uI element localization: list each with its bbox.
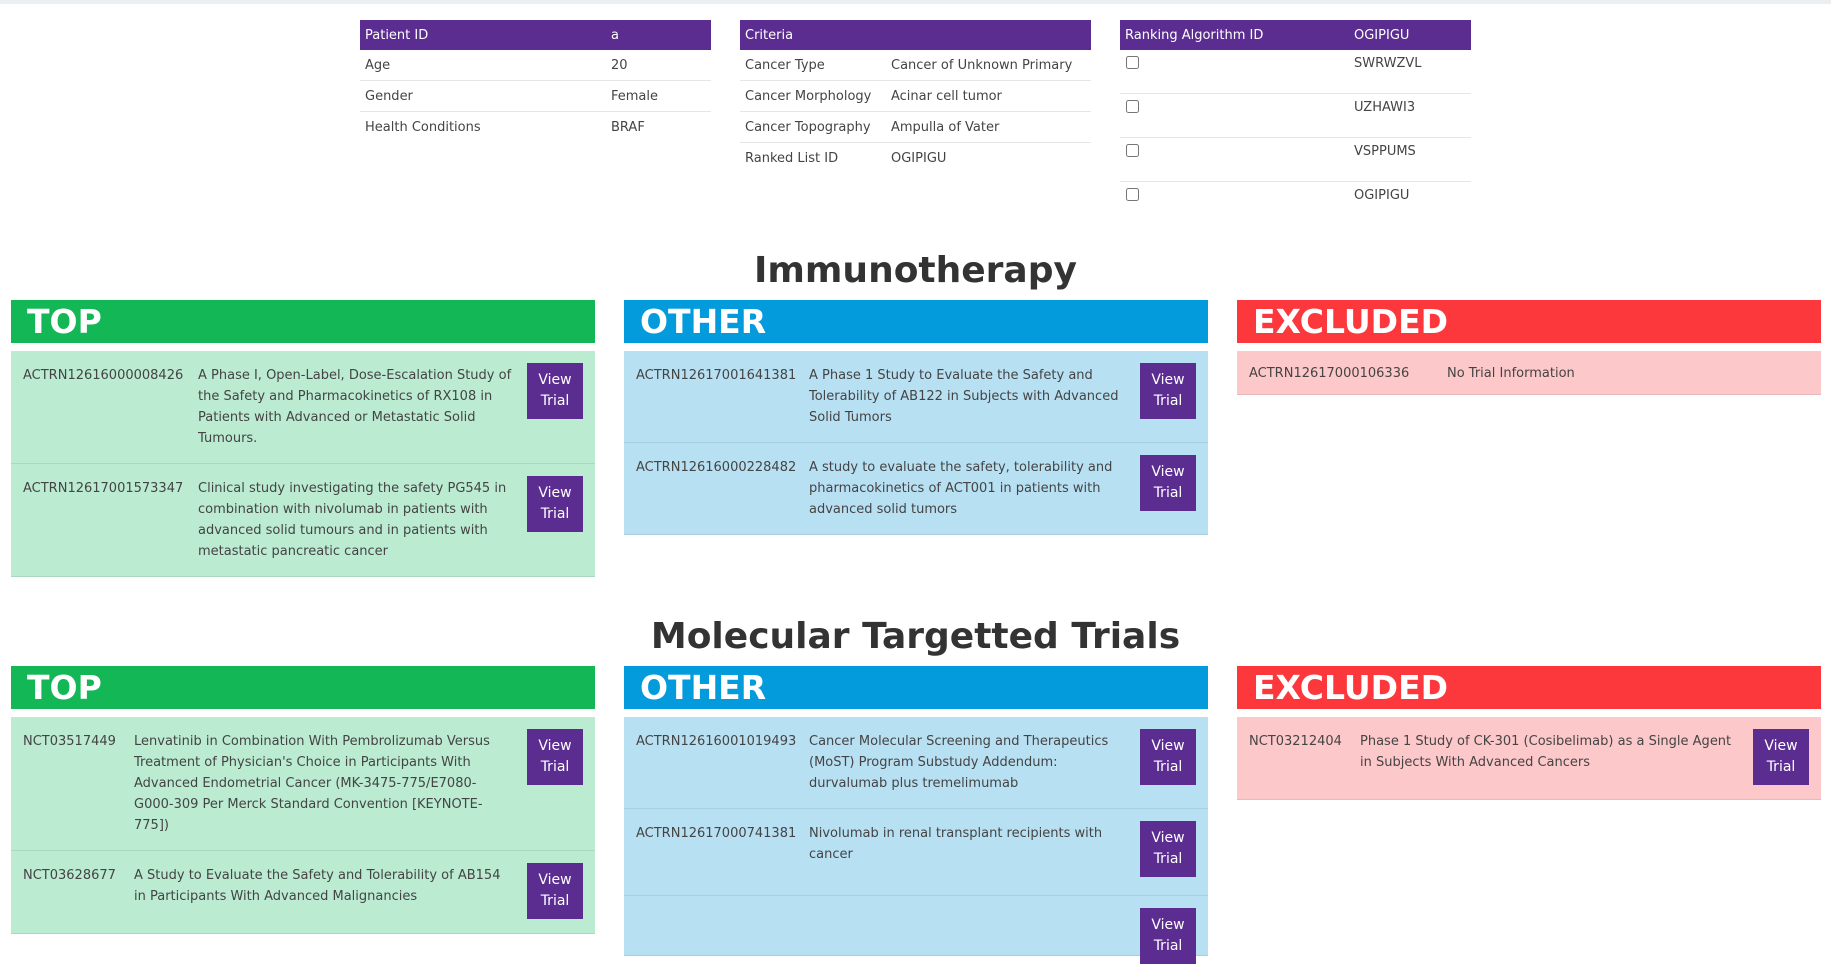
view-trial-button[interactable]: View Trial <box>1140 455 1196 511</box>
immuno-top-column: TOP ACTRN12616000008426 A Phase I, Open-… <box>11 300 595 577</box>
criteria-row-value: Ampulla of Vater <box>886 111 1091 143</box>
view-trial-button[interactable]: View Trial <box>527 476 583 532</box>
molecular-other-column: OTHER ACTRN12616001019493 Cancer Molecul… <box>624 666 1208 964</box>
trial-row: NCT03212404 Phase 1 Study of CK-301 (Cos… <box>1237 717 1821 800</box>
top-bar <box>0 0 1831 4</box>
ranking-checkbox[interactable] <box>1126 56 1139 69</box>
criteria-row-label: Cancer Morphology <box>740 80 886 112</box>
molecular-excluded-column: EXCLUDED NCT03212404 Phase 1 Study of CK… <box>1237 666 1821 800</box>
immuno-other-column: OTHER ACTRN12617001641381 A Phase 1 Stud… <box>624 300 1208 535</box>
column-header-other: OTHER <box>624 666 1208 709</box>
view-trial-button[interactable]: View Trial <box>1753 729 1809 785</box>
patient-row-label: Health Conditions <box>365 119 481 135</box>
section-title-molecular: Molecular Targetted Trials <box>650 616 1181 657</box>
trial-title: Nivolumab in renal transplant recipients… <box>809 826 1103 862</box>
patient-row-value: 20 <box>606 50 711 81</box>
view-trial-button[interactable]: View Trial <box>1140 729 1196 785</box>
criteria-row: Cancer Type Cancer of Unknown Primary <box>740 50 1091 81</box>
criteria-row-label: Ranked List ID <box>745 150 839 166</box>
trial-id: ACTRN12616001019493 <box>636 734 797 749</box>
trial-id: ACTRN12616000228482 <box>636 460 797 475</box>
view-trial-button[interactable]: View Trial <box>1140 821 1196 877</box>
patient-row-label: Gender <box>360 80 606 112</box>
view-trial-button[interactable]: View Trial <box>527 363 583 419</box>
criteria-row-label: Cancer Type <box>740 50 886 81</box>
column-header-top: TOP <box>11 666 595 709</box>
trial-title: Clinical study investigating the safety … <box>198 481 507 559</box>
ranking-value: OGIPIGU <box>1354 188 1410 203</box>
ranking-value: VSPPUMS <box>1349 137 1471 182</box>
trial-id: ACTRN12617001573347 <box>23 481 184 496</box>
ranking-header: Ranking Algorithm ID <box>1120 20 1349 50</box>
section-title-immunotherapy: Immunotherapy <box>754 250 1077 291</box>
trial-id: NCT03212404 <box>1249 734 1342 749</box>
patient-row-value: BRAF <box>611 119 645 135</box>
trial-row: ACTRN12617000106336 No Trial Information <box>1237 351 1821 395</box>
trial-row: ACTRN12617001641381 A Phase 1 Study to E… <box>624 351 1208 443</box>
trial-row: View Trial <box>624 896 1208 964</box>
column-header-excluded: EXCLUDED <box>1237 666 1821 709</box>
trial-row: NCT03628677 A Study to Evaluate the Safe… <box>11 851 595 934</box>
trial-title: A study to evaluate the safety, tolerabi… <box>809 460 1113 517</box>
patient-id-header: Patient ID <box>360 20 606 50</box>
criteria-row-value: Acinar cell tumor <box>886 80 1091 112</box>
trial-title: Cancer Molecular Screening and Therapeut… <box>809 734 1109 791</box>
ranking-value: SWRWZVL <box>1349 50 1471 94</box>
trial-title: A Phase I, Open-Label, Dose-Escalation S… <box>198 368 512 446</box>
trial-row: NCT03517449 Lenvatinib in Combination Wi… <box>11 717 595 851</box>
view-trial-button[interactable]: View Trial <box>1140 908 1196 964</box>
ranking-row: VSPPUMS <box>1120 137 1471 182</box>
trial-id: NCT03628677 <box>23 868 116 883</box>
molecular-top-column: TOP NCT03517449 Lenvatinib in Combinatio… <box>11 666 595 934</box>
ranking-row: OGIPIGU <box>1120 182 1471 226</box>
trial-id: ACTRN12617000106336 <box>1249 366 1410 381</box>
patient-row: Age 20 <box>360 50 711 81</box>
patient-row-label: Age <box>360 50 606 81</box>
patient-row: Health Conditions BRAF <box>360 112 711 143</box>
ranking-checkbox[interactable] <box>1126 188 1139 201</box>
ranking-checkbox[interactable] <box>1126 144 1139 157</box>
criteria-header-value <box>886 20 1091 50</box>
ranking-row: SWRWZVL <box>1120 50 1471 94</box>
column-header-other: OTHER <box>624 300 1208 343</box>
trial-title: Phase 1 Study of CK-301 (Cosibelimab) as… <box>1360 734 1732 770</box>
ranking-algorithm-table: Ranking Algorithm ID OGIPIGU SWRWZVL UZH… <box>1120 20 1471 225</box>
criteria-row: Ranked List ID OGIPIGU <box>740 143 1091 174</box>
trial-title: No Trial Information <box>1447 366 1575 381</box>
patient-info-table: Patient ID a Age 20 Gender Female Health C… <box>360 20 711 142</box>
view-trial-button[interactable]: View Trial <box>527 863 583 919</box>
immuno-excluded-column: EXCLUDED ACTRN12617000106336 No Trial In… <box>1237 300 1821 395</box>
trial-row: ACTRN12617001573347 Clinical study inves… <box>11 464 595 577</box>
criteria-row-value: OGIPIGU <box>891 150 947 166</box>
patient-row-value: Female <box>606 80 711 112</box>
patient-row: Gender Female <box>360 80 711 112</box>
column-header-excluded: EXCLUDED <box>1237 300 1821 343</box>
patient-id-value: a <box>606 20 711 50</box>
criteria-row-value: Cancer of Unknown Primary <box>886 50 1091 81</box>
ranking-checkbox[interactable] <box>1126 100 1139 113</box>
trial-id: NCT03517449 <box>23 734 116 749</box>
criteria-row-label: Cancer Topography <box>740 111 886 143</box>
ranking-value: UZHAWI3 <box>1349 93 1471 138</box>
ranking-header-value: OGIPIGU <box>1349 20 1471 50</box>
criteria-row: Cancer Topography Ampulla of Vater <box>740 111 1091 143</box>
criteria-header: Criteria <box>740 20 886 50</box>
trial-title: A Phase 1 Study to Evaluate the Safety a… <box>809 368 1119 425</box>
trial-row: ACTRN12617000741381 Nivolumab in renal t… <box>624 809 1208 896</box>
column-header-top: TOP <box>11 300 595 343</box>
view-trial-button[interactable]: View Trial <box>1140 363 1196 419</box>
trial-title: Lenvatinib in Combination With Pembroliz… <box>134 734 490 833</box>
ranking-row: UZHAWI3 <box>1120 93 1471 138</box>
trial-id: ACTRN12617001641381 <box>636 368 797 383</box>
trial-id: ACTRN12617000741381 <box>636 826 797 841</box>
trial-row: ACTRN12616001019493 Cancer Molecular Scr… <box>624 717 1208 809</box>
view-trial-button[interactable]: View Trial <box>527 729 583 785</box>
trial-row: ACTRN12616000008426 A Phase I, Open-Labe… <box>11 351 595 464</box>
trial-id: ACTRN12616000008426 <box>23 368 184 383</box>
criteria-table: Criteria Cancer Type Cancer of Unknown Pr… <box>740 20 1091 173</box>
trial-row: ACTRN12616000228482 A study to evaluate … <box>624 443 1208 535</box>
criteria-row: Cancer Morphology Acinar cell tumor <box>740 80 1091 112</box>
